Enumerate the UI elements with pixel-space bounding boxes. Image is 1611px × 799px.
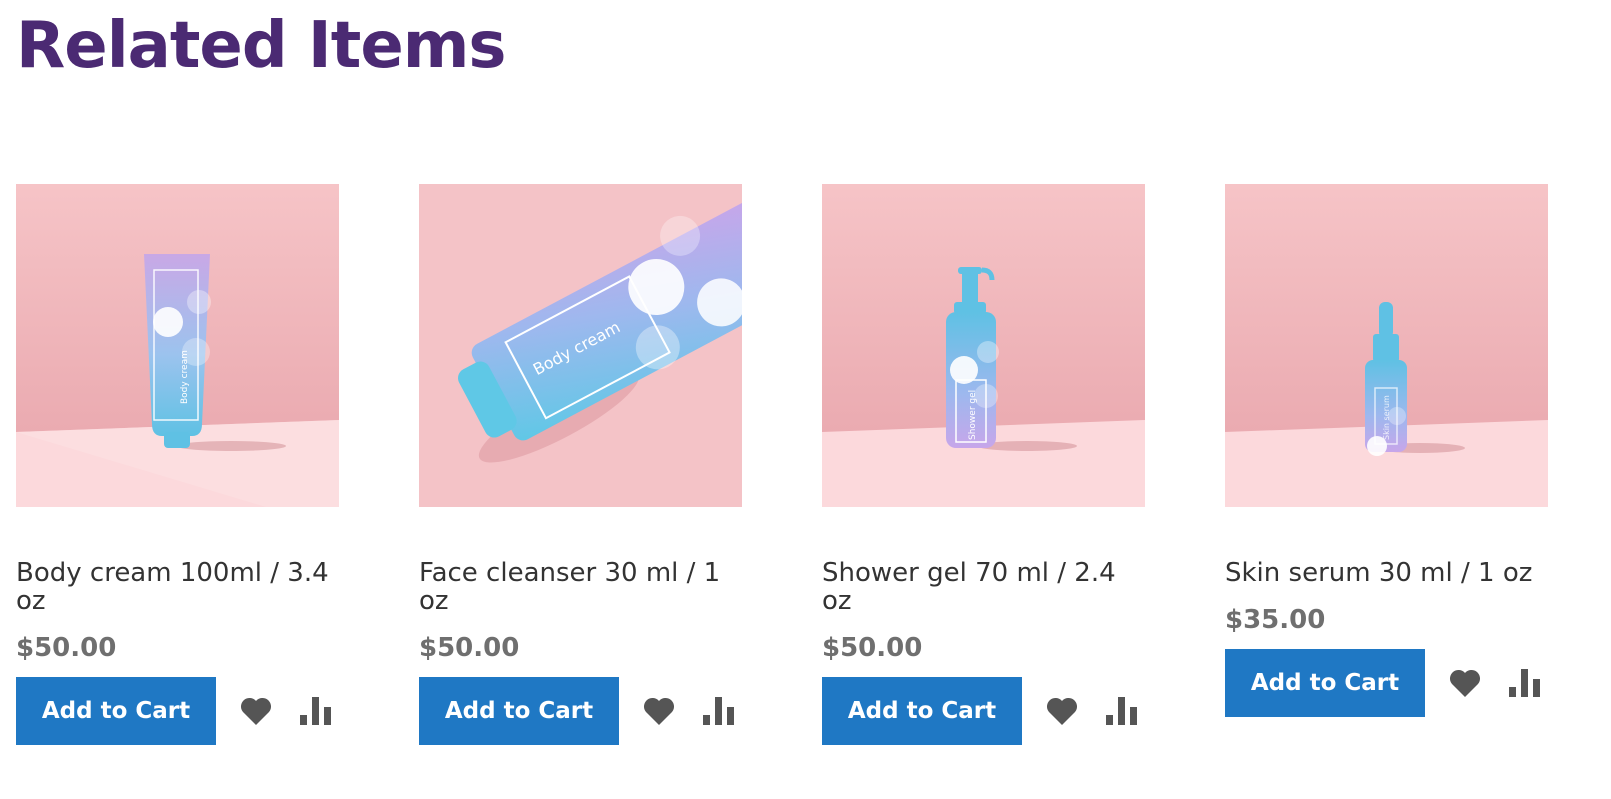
product-card: Skin serum Skin serum 30 ml / 1 oz $35.0… xyxy=(1225,184,1548,717)
add-to-cart-button[interactable]: Add to Cart xyxy=(16,677,216,745)
product-image[interactable]: Body cream xyxy=(419,184,742,507)
product-image[interactable]: Skin serum xyxy=(1225,184,1548,507)
related-items-section: Related Items Body cream Body cream 100m… xyxy=(0,0,1611,799)
product-actions: Add to Cart xyxy=(1225,649,1548,717)
compare-icon[interactable] xyxy=(296,691,336,731)
product-actions: Add to Cart xyxy=(16,677,339,745)
product-name[interactable]: Body cream 100ml / 3.4 oz xyxy=(16,559,339,615)
product-price: $50.00 xyxy=(16,633,117,663)
product-card: Shower gel Shower gel 70 ml / 2.4 oz $50… xyxy=(822,184,1145,745)
svg-text:Skin serum: Skin serum xyxy=(1382,395,1391,440)
heart-icon[interactable] xyxy=(236,691,276,731)
product-actions: Add to Cart xyxy=(419,677,742,745)
product-card: Body cream Face cleanser 30 ml / 1 oz $5… xyxy=(419,184,742,745)
product-image[interactable]: Body cream xyxy=(16,184,339,507)
add-to-cart-button[interactable]: Add to Cart xyxy=(419,677,619,745)
product-name[interactable]: Face cleanser 30 ml / 1 oz xyxy=(419,559,742,615)
product-image[interactable]: Shower gel xyxy=(822,184,1145,507)
add-to-cart-button[interactable]: Add to Cart xyxy=(1225,649,1425,717)
product-price: $50.00 xyxy=(419,633,520,663)
product-price: $35.00 xyxy=(1225,605,1326,635)
product-actions: Add to Cart xyxy=(822,677,1145,745)
product-name[interactable]: Shower gel 70 ml / 2.4 oz xyxy=(822,559,1145,615)
section-title: Related Items xyxy=(16,9,506,83)
svg-text:Shower gel: Shower gel xyxy=(968,390,978,440)
product-card: Body cream Body cream 100ml / 3.4 oz $50… xyxy=(16,184,339,745)
compare-icon[interactable] xyxy=(1102,691,1142,731)
compare-icon[interactable] xyxy=(1505,663,1545,703)
heart-icon[interactable] xyxy=(1445,663,1485,703)
svg-text:Body cream: Body cream xyxy=(180,350,190,404)
add-to-cart-button[interactable]: Add to Cart xyxy=(822,677,1022,745)
product-price: $50.00 xyxy=(822,633,923,663)
product-name[interactable]: Skin serum 30 ml / 1 oz xyxy=(1225,559,1548,587)
heart-icon[interactable] xyxy=(639,691,679,731)
heart-icon[interactable] xyxy=(1042,691,1082,731)
compare-icon[interactable] xyxy=(699,691,739,731)
